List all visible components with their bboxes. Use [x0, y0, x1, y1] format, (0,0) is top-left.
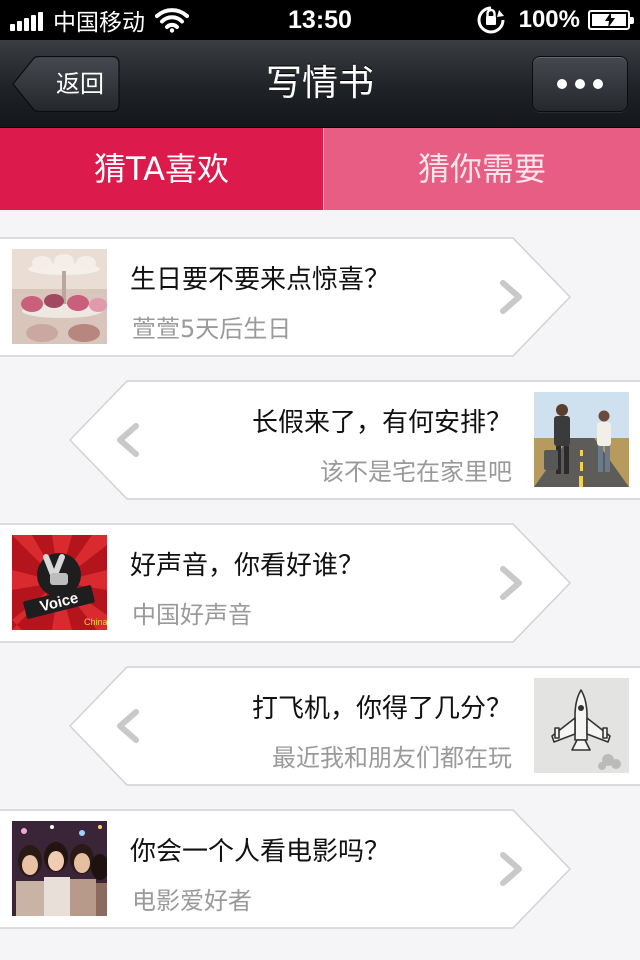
- suggestion-list: 生日要不要来点惊喜？ 萱萱5天后生日 长假来了，有何安排？ 该不是宅在家里吧 V…: [0, 210, 640, 960]
- plane-game-image: [534, 678, 629, 773]
- chevron-right-icon: [500, 566, 522, 600]
- list-item[interactable]: Voice China 好声音，你看好谁？ 中国好声音: [0, 523, 640, 643]
- battery-percent: 100%: [518, 6, 580, 33]
- chevron-left-icon: [112, 706, 142, 746]
- tab-bar: 猜TA喜欢 猜你需要: [0, 128, 640, 210]
- tab-guess-ta-likes[interactable]: 猜TA喜欢: [0, 128, 323, 210]
- orientation-lock-icon: [477, 6, 505, 34]
- chevron-left-icon: [112, 420, 142, 460]
- voice-of-china-logo-image: Voice China: [12, 535, 107, 630]
- card-title: 生日要不要来点惊喜？: [130, 265, 391, 295]
- list-item[interactable]: 生日要不要来点惊喜？ 萱萱5天后生日: [0, 237, 640, 357]
- chevron-right-icon: [500, 852, 522, 886]
- card-title: 打飞机，你得了几分？: [251, 694, 512, 724]
- card-subtitle: 最近我和朋友们都在玩: [272, 744, 512, 772]
- card-subtitle: 电影爱好者: [132, 887, 252, 915]
- travel-couple-image: [534, 392, 629, 487]
- card-subtitle: 萱萱5天后生日: [132, 315, 292, 343]
- card-title: 长假来了，有何安排？: [251, 408, 512, 438]
- more-options-button[interactable]: [532, 56, 628, 112]
- battery-icon: [588, 10, 634, 30]
- tab-guess-you-need[interactable]: 猜你需要: [324, 128, 640, 210]
- list-item[interactable]: 你会一个人看电影吗？ 电影爱好者: [0, 809, 640, 929]
- card-subtitle: 中国好声音: [132, 601, 252, 629]
- card-title: 你会一个人看电影吗？: [130, 837, 391, 867]
- card-title: 好声音，你看好谁？: [130, 551, 365, 581]
- svg-text:China: China: [84, 617, 107, 627]
- status-bar: 中国移动 13:50 100%: [0, 0, 640, 40]
- navigation-bar: 返回 写情书: [0, 40, 640, 128]
- ellipsis-icon: [557, 79, 567, 89]
- card-subtitle: 该不是宅在家里吧: [320, 458, 512, 486]
- chevron-right-icon: [500, 280, 522, 314]
- list-item[interactable]: 打飞机，你得了几分？ 最近我和朋友们都在玩: [0, 666, 640, 786]
- cupcakes-image: [12, 249, 107, 344]
- list-item[interactable]: 长假来了，有何安排？ 该不是宅在家里吧: [0, 380, 640, 500]
- group-friends-image: [12, 821, 107, 916]
